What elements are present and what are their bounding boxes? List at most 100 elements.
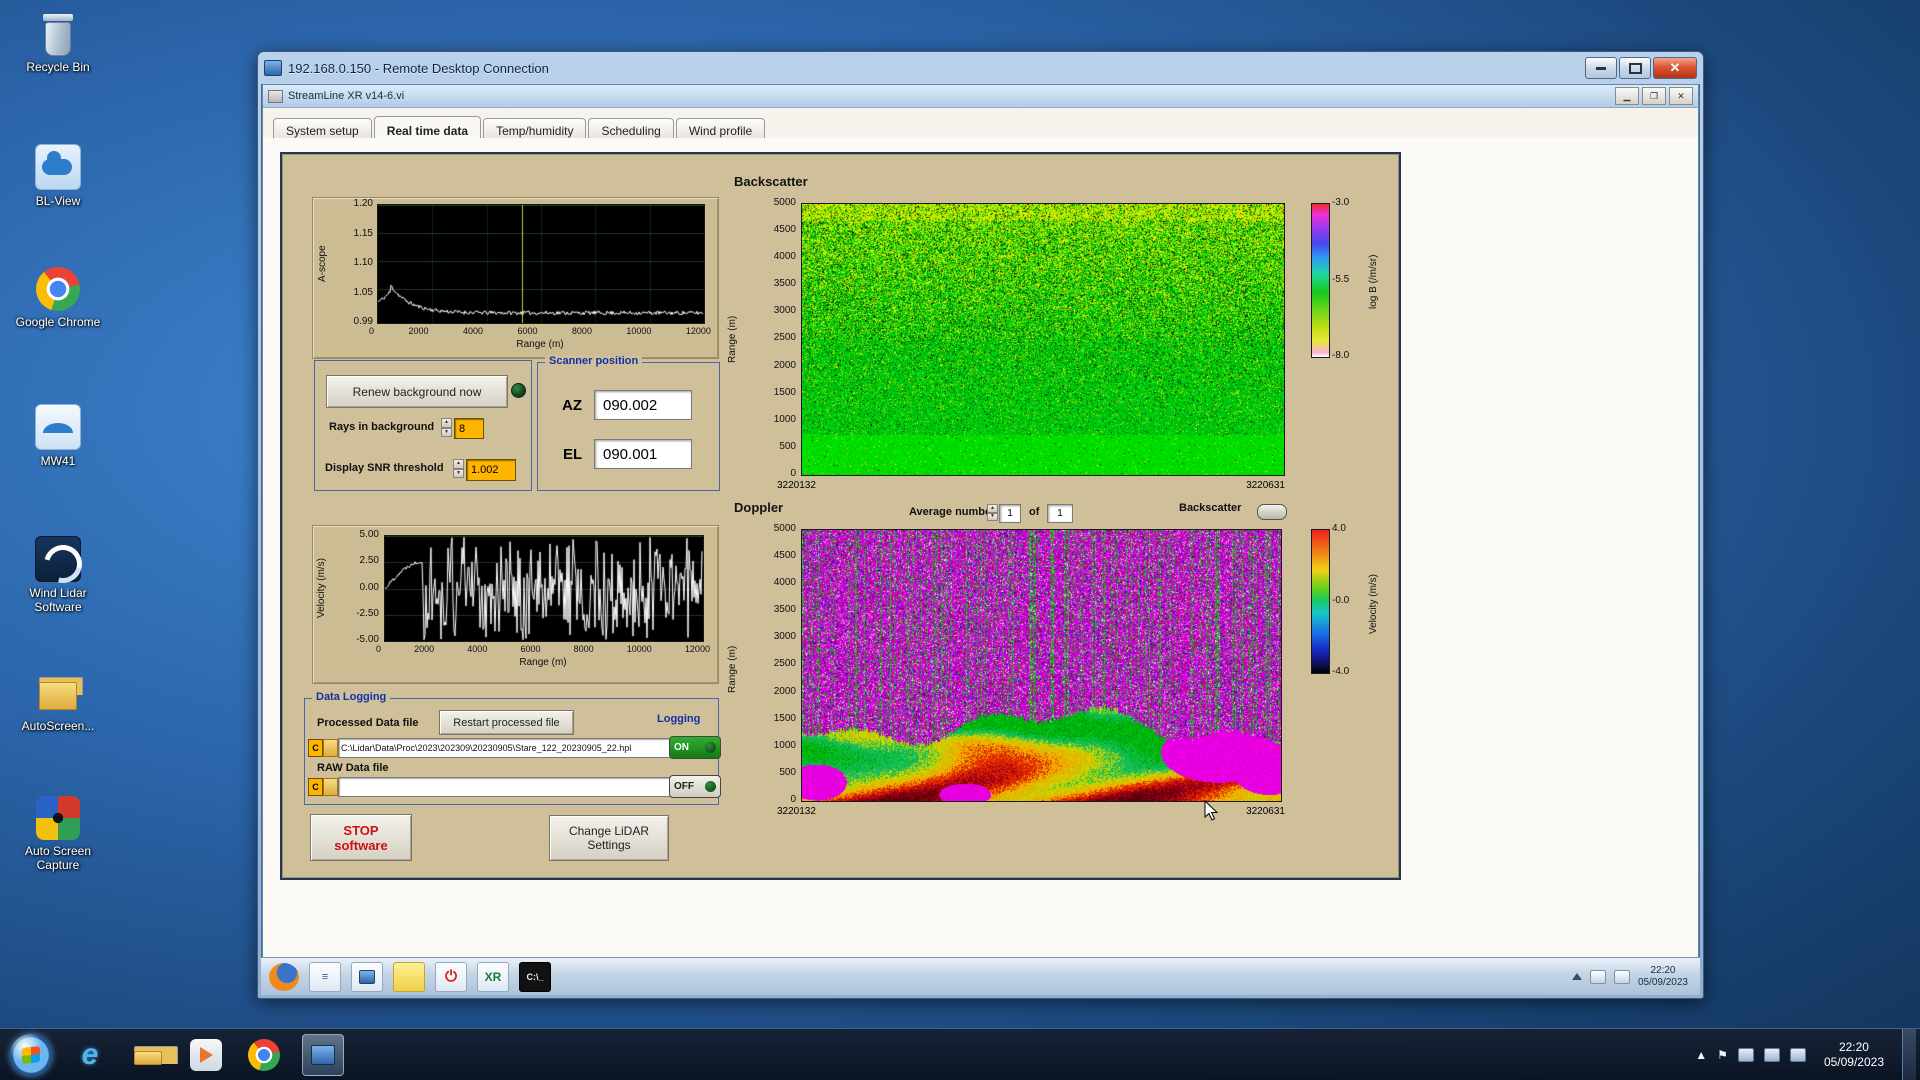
cmd-icon[interactable]: C:\_ [519, 961, 551, 992]
volume-icon[interactable] [1589, 969, 1606, 984]
tick-label: 500 [779, 440, 796, 452]
desktop-icon-recycle-bin[interactable]: Recycle Bin [8, 12, 108, 74]
remote-desktop-area: StreamLine XR v14-6.vi ▁ ❐ ✕ System setu… [261, 84, 1700, 995]
app-window-title: StreamLine XR v14-6.vi [288, 90, 405, 102]
hidden-icons-arrow[interactable] [1571, 973, 1582, 980]
tick-label: 6000 [517, 326, 538, 336]
desktop-icon-autoscreen[interactable]: AutoScreen... [8, 671, 108, 733]
ascope-y-ticks: 1.20 1.15 1.10 1.05 0.99 [335, 199, 373, 327]
tick-label: 0 [369, 326, 375, 336]
chrome-taskbar-icon[interactable] [244, 1035, 284, 1075]
tick-label: 4500 [773, 224, 796, 236]
rays-spinner[interactable]: ▲ ▼ [441, 418, 452, 437]
app-minimize-button[interactable]: ▁ [1615, 87, 1639, 105]
vi-body: A-scope 1.20 1.15 1.10 1.05 0.99 0 2000 4000 60… [263, 138, 1698, 957]
tick-label: -5.5 [1332, 273, 1350, 285]
rays-value-field[interactable]: 8 [454, 418, 484, 439]
desktop-icon-google-chrome[interactable]: Google Chrome [8, 267, 108, 329]
mw41-icon [35, 404, 81, 450]
app-maximize-button[interactable]: ❐ [1642, 87, 1666, 105]
tick-label: 3500 [773, 278, 796, 290]
windows-explorer-icon[interactable] [128, 1035, 178, 1075]
average-spinner[interactable]: ▲ ▼ [987, 504, 998, 521]
app-titlebar[interactable]: StreamLine XR v14-6.vi ▁ ❐ ✕ [263, 85, 1698, 108]
mouse-cursor [1204, 800, 1219, 821]
toggle-led [705, 742, 716, 753]
processed-path-field[interactable]: C:\Lidar\Data\Proc\2023\202309\20230905\… [338, 738, 671, 758]
maximize-button[interactable] [1619, 57, 1651, 79]
rdp-titlebar[interactable]: 192.168.0.150 - Remote Desktop Connectio… [258, 52, 1703, 84]
snr-spinner[interactable]: ▲ ▼ [453, 459, 464, 478]
close-button[interactable]: ✕ [1653, 57, 1697, 79]
tray-display-icon[interactable] [1737, 1047, 1754, 1062]
doppler-x-end: 3220631 [1246, 806, 1285, 817]
power-button-icon[interactable]: ⏻ [435, 961, 467, 992]
desktop-icon-bl-view[interactable]: BL-View [8, 144, 108, 208]
tray-volume-icon[interactable] [1789, 1047, 1806, 1062]
notepad-icon[interactable]: ≡ [309, 961, 341, 992]
tick-label: 1.05 [353, 286, 373, 298]
tick-label: -4.0 [1332, 666, 1350, 677]
el-value-field[interactable]: 090.001 [594, 439, 692, 469]
tray-flag-icon[interactable]: ⚑ [1717, 1048, 1728, 1062]
backscatter-display-toggle[interactable] [1257, 504, 1287, 520]
host-clock[interactable]: 22:20 05/09/2023 [1816, 1040, 1892, 1070]
backscatter-colorbar-ticks: -3.0 -5.5 -8.0 [1332, 198, 1366, 361]
average-number-field[interactable]: 1 [999, 504, 1021, 523]
el-label: EL [563, 446, 583, 463]
desktop-icon-auto-screen-capture[interactable]: Auto Screen Capture [8, 796, 108, 872]
tick-label: 8000 [573, 644, 594, 654]
tick-label: 1000 [773, 739, 796, 751]
remote-taskbar: ≡ ⏻ XR C:\_ 22:20 05/09/2023 [261, 957, 1700, 995]
change-lidar-settings-button[interactable]: Change LiDAR Settings [549, 815, 669, 861]
restart-processed-file-button[interactable]: Restart processed file [439, 710, 574, 735]
change-line1: Change LiDAR [568, 824, 650, 838]
tick-label: -2.50 [356, 607, 379, 619]
raw-browse-folder-icon[interactable] [323, 778, 338, 796]
average-total-field[interactable]: 1 [1047, 504, 1073, 523]
renew-background-button[interactable]: Renew background now [326, 375, 508, 408]
folder-icon [36, 671, 83, 715]
desktop-icon-wind-lidar[interactable]: Wind Lidar Software [8, 536, 108, 614]
desktop-icon-mw41[interactable]: MW41 [8, 404, 108, 468]
remote-desktop-icon[interactable] [351, 961, 383, 992]
network-icon[interactable] [1613, 969, 1630, 984]
start-button[interactable] [10, 1033, 52, 1076]
ascope-plot [377, 204, 705, 324]
processed-drive-badge: C [308, 739, 323, 757]
firefox-icon[interactable] [269, 962, 299, 991]
app-close-button[interactable]: ✕ [1669, 87, 1693, 105]
tick-label: 0 [790, 793, 796, 805]
tick-label: 8000 [571, 326, 592, 336]
tray-expand-arrow[interactable]: ▲ [1695, 1048, 1707, 1062]
remote-clock[interactable]: 22:20 05/09/2023 [1638, 965, 1692, 989]
doppler-section-title: Doppler [734, 500, 784, 515]
snr-value-field[interactable]: 1.002 [466, 459, 516, 481]
desktop-icon-label: MW41 [40, 454, 76, 468]
raw-logging-toggle[interactable]: OFF [669, 775, 721, 798]
show-desktop-button[interactable] [1902, 1029, 1916, 1080]
raw-path-field[interactable] [338, 777, 671, 797]
tick-label: 5000 [773, 197, 796, 208]
tick-label: 500 [779, 766, 796, 778]
rdp-taskbar-item[interactable] [302, 1033, 344, 1076]
doppler-y-ticks: 5000 4500 4000 3500 3000 2500 2000 1500 1000 500 0 [744, 524, 796, 805]
doppler-heatmap [801, 529, 1282, 802]
backscatter-colorbar-label: log B (/m/sr) [1368, 254, 1379, 309]
media-player-icon[interactable] [186, 1035, 226, 1075]
internet-explorer-icon[interactable]: e [70, 1035, 110, 1075]
tick-label: 6000 [520, 644, 541, 654]
processed-browse-folder-icon[interactable] [323, 739, 338, 757]
processed-logging-toggle[interactable]: ON [669, 736, 721, 759]
tray-network-icon[interactable] [1763, 1047, 1780, 1062]
az-value-field[interactable]: 090.002 [594, 390, 692, 420]
excel-xr-icon[interactable]: XR [477, 961, 509, 992]
velocity-plot-group: Velocity (m/s) 5.00 2.50 0.00 -2.50 -5.00 02… [312, 525, 719, 684]
desktop-icon-label: AutoScreen... [21, 719, 95, 733]
stop-software-button[interactable]: STOP software [310, 814, 412, 861]
sticky-notes-icon[interactable] [393, 961, 425, 992]
minimize-button[interactable] [1585, 57, 1617, 79]
velocity-plot [384, 535, 704, 642]
tick-label: 12000 [684, 644, 710, 654]
renew-led-indicator [511, 383, 526, 398]
